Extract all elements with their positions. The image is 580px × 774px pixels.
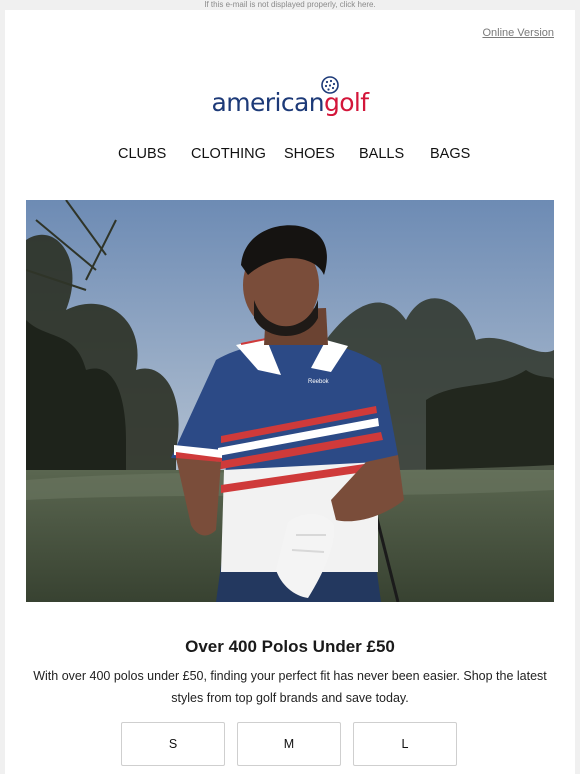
section-description: With over 400 polos under £50, finding y… [33, 669, 547, 705]
nav-item-clubs[interactable]: CLUBS [118, 146, 166, 162]
golf-ball-icon [321, 76, 339, 94]
logo-text-american: american [211, 88, 325, 117]
size-button-l[interactable]: L [353, 722, 457, 766]
preheader-link[interactable]: If this e-mail is not displayed properly… [0, 0, 580, 10]
shirt-brand-logo: Reebok [308, 379, 330, 385]
size-button-s[interactable]: S [121, 722, 225, 766]
golfer-polo-photo: Reebok [26, 200, 554, 602]
hero-image[interactable]: Reebok [26, 200, 554, 602]
section-heading: Over 400 Polos Under £50 [185, 637, 395, 656]
american-golf-logo[interactable]: americangolf [5, 76, 575, 118]
email-body: Online Version americangolf CLUBS CLOTHI… [5, 10, 575, 774]
nav-item-balls[interactable]: BALLS [359, 146, 404, 162]
nav-item-shoes[interactable]: SHOES [284, 146, 335, 162]
logo-wordmark: americangolf [212, 88, 369, 118]
online-version-link[interactable]: Online Version [482, 27, 554, 39]
nav-item-clothing[interactable]: CLOTHING [191, 146, 266, 162]
size-button-m[interactable]: M [237, 722, 341, 766]
nav-item-bags[interactable]: BAGS [430, 146, 470, 162]
main-navigation: CLUBS CLOTHING SHOES BALLS BAGS [5, 146, 575, 166]
